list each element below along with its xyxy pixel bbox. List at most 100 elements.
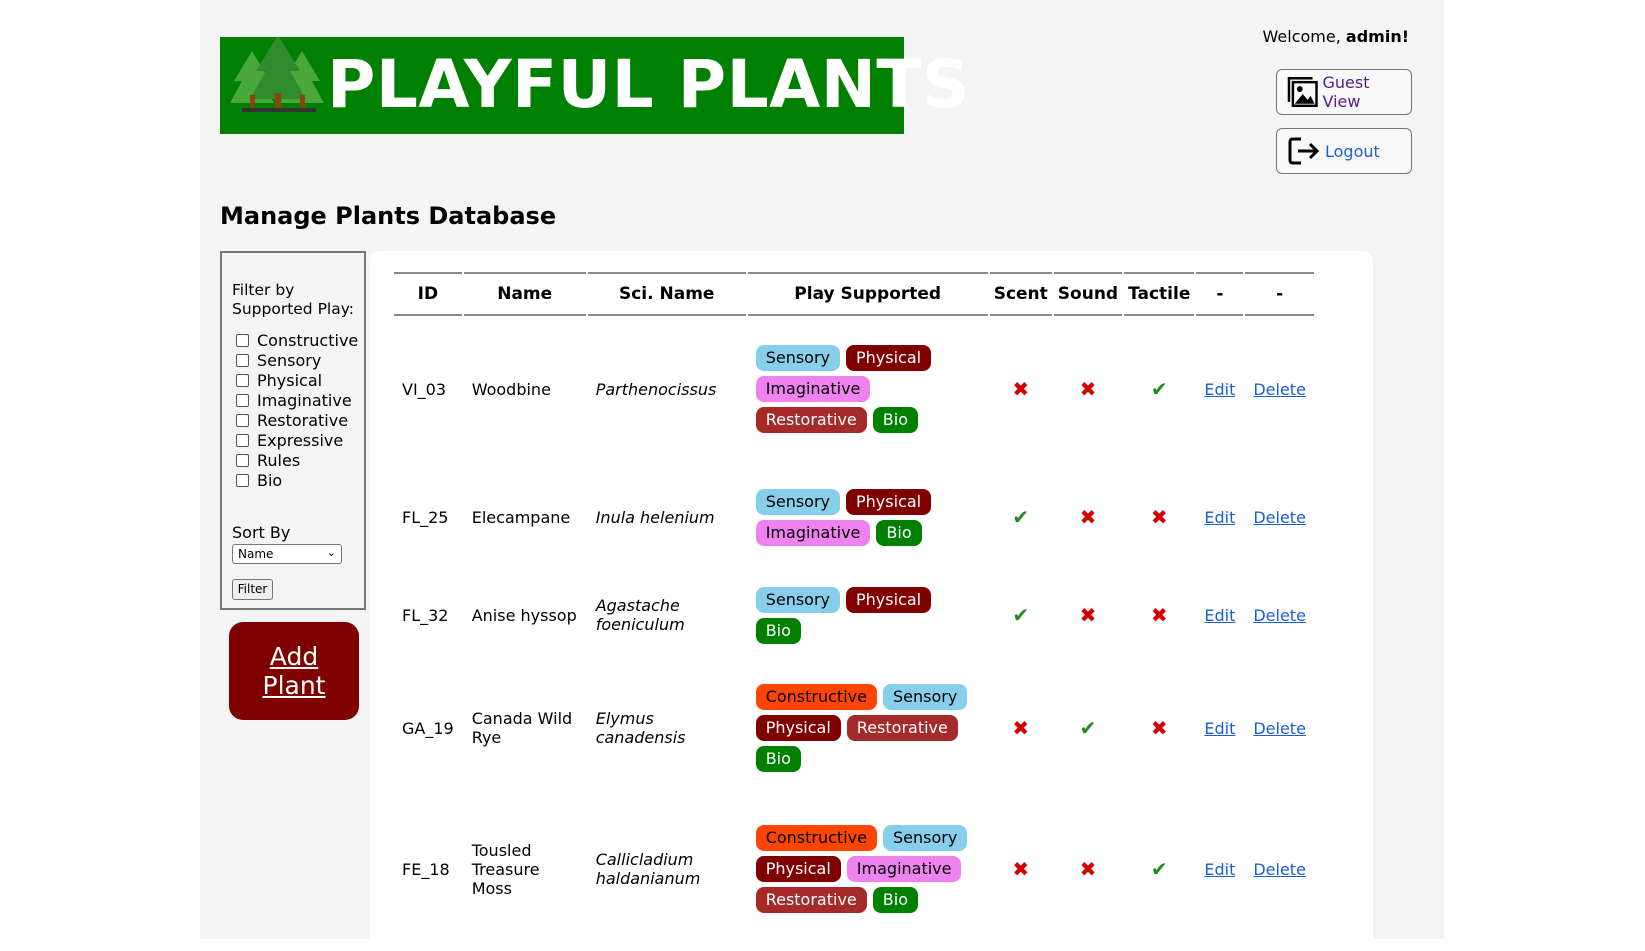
play-tag-sensory: Sensory bbox=[755, 586, 841, 613]
edit-cell: Edit bbox=[1196, 658, 1243, 798]
filter-option-imaginative[interactable]: Imaginative bbox=[236, 391, 352, 410]
col-header-sound: Sound bbox=[1053, 272, 1123, 316]
picture-frame-icon bbox=[1287, 77, 1318, 107]
edit-cell: Edit bbox=[1196, 316, 1243, 462]
table-header-row: ID Name Sci. Name Play Supported Scent S… bbox=[394, 272, 1314, 316]
guest-view-button[interactable]: Guest View bbox=[1276, 69, 1412, 115]
filter-checkbox[interactable] bbox=[236, 374, 249, 387]
edit-cell: Edit bbox=[1196, 462, 1243, 572]
filter-option-restorative[interactable]: Restorative bbox=[236, 411, 348, 430]
filter-option-constructive[interactable]: Constructive bbox=[236, 331, 358, 350]
col-header-edit: - bbox=[1196, 272, 1244, 316]
play-tag-physical: Physical bbox=[755, 856, 841, 882]
delete-link[interactable]: Delete bbox=[1253, 719, 1306, 738]
filter-checkbox[interactable] bbox=[236, 394, 249, 407]
filter-button[interactable]: Filter bbox=[232, 579, 273, 600]
plant-name: Canada Wild Rye bbox=[471, 709, 573, 747]
sort-label: Sort By bbox=[232, 523, 291, 542]
play-tag-restorative: Restorative bbox=[755, 407, 867, 433]
scent-check-icon: ✔ bbox=[1012, 603, 1030, 627]
filter-checkbox[interactable] bbox=[236, 354, 249, 367]
play-tag-imaginative: Imaginative bbox=[755, 519, 871, 546]
col-header-tactile: Tactile bbox=[1124, 272, 1195, 316]
play-tag-bio: Bio bbox=[876, 519, 922, 546]
filter-checkbox[interactable] bbox=[236, 474, 249, 487]
filter-option-label: Bio bbox=[257, 471, 283, 490]
filter-checkbox[interactable] bbox=[236, 334, 249, 347]
filter-heading: Filter by Supported Play: bbox=[232, 281, 354, 318]
plant-id: VI_03 bbox=[402, 379, 447, 399]
logout-button[interactable]: Logout bbox=[1276, 128, 1412, 174]
col-header-id: ID bbox=[394, 272, 462, 316]
plant-sci-name: Parthenocissus bbox=[595, 379, 717, 399]
filter-option-rules[interactable]: Rules bbox=[236, 451, 300, 470]
edit-cell: Edit bbox=[1196, 798, 1243, 940]
filter-option-sensory[interactable]: Sensory bbox=[236, 351, 321, 370]
filter-option-bio[interactable]: Bio bbox=[236, 471, 282, 490]
guest-view-label: Guest View bbox=[1322, 73, 1370, 111]
col-header-delete: - bbox=[1245, 272, 1314, 316]
tactile-cross-icon: ✖ bbox=[1150, 505, 1168, 529]
plant-name: Tousled Treasure Moss bbox=[471, 840, 540, 898]
plant-sci-name: Inula helenium bbox=[595, 507, 715, 527]
filter-option-physical[interactable]: Physical bbox=[236, 371, 322, 390]
play-tag-physical: Physical bbox=[755, 715, 841, 741]
edit-link[interactable]: Edit bbox=[1204, 508, 1235, 527]
filter-option-expressive[interactable]: Expressive bbox=[236, 431, 343, 450]
tactile-cross-icon: ✖ bbox=[1150, 603, 1168, 627]
play-tag-sensory: Sensory bbox=[882, 684, 968, 710]
play-tag-imaginative: Imaginative bbox=[755, 376, 871, 402]
scent-cross-icon: ✖ bbox=[1012, 857, 1030, 881]
play-tag-constructive: Constructive bbox=[755, 684, 877, 710]
table-row: GA_19 Canada Wild Rye Elymus canadensis Con… bbox=[394, 658, 1314, 798]
pine-trees-icon bbox=[230, 37, 324, 112]
plants-table-panel: ID Name Sci. Name Play Supported Scent S… bbox=[370, 251, 1373, 951]
play-tag-physical: Physical bbox=[846, 345, 932, 371]
play-supported-cell: Constructive Sensory Physical Imaginative Re… bbox=[748, 798, 988, 940]
play-tag-physical: Physical bbox=[846, 586, 932, 613]
sound-cross-icon: ✖ bbox=[1079, 505, 1097, 529]
delete-link[interactable]: Delete bbox=[1253, 860, 1306, 879]
edit-link[interactable]: Edit bbox=[1204, 860, 1235, 879]
page-container: PLAYFUL PLANTS Welcome, admin! Guest Vie… bbox=[200, 0, 1444, 951]
logout-arrow-icon bbox=[1288, 137, 1320, 165]
tactile-cross-icon: ✖ bbox=[1150, 716, 1168, 740]
play-tag-physical: Physical bbox=[846, 488, 932, 515]
scent-cross-icon: ✖ bbox=[1012, 377, 1030, 401]
delete-link[interactable]: Delete bbox=[1253, 380, 1306, 399]
edit-link[interactable]: Edit bbox=[1204, 719, 1235, 738]
play-tag-imaginative: Imaginative bbox=[846, 856, 962, 882]
plant-sci-name: Elymus canadensis bbox=[595, 709, 686, 747]
edit-link[interactable]: Edit bbox=[1204, 606, 1235, 625]
delete-link[interactable]: Delete bbox=[1253, 508, 1306, 527]
delete-link[interactable]: Delete bbox=[1253, 606, 1306, 625]
add-plant-label-line2: Plant bbox=[262, 671, 326, 700]
sound-cross-icon: ✖ bbox=[1079, 377, 1097, 401]
logo-title: PLAYFUL PLANTS bbox=[327, 46, 970, 123]
play-tag-sensory: Sensory bbox=[755, 488, 841, 515]
logout-label: Logout bbox=[1325, 141, 1380, 161]
filter-checkbox[interactable] bbox=[236, 454, 249, 467]
play-supported-cell: Constructive Sensory Physical Restorative Bi… bbox=[748, 658, 988, 798]
play-tag-restorative: Restorative bbox=[846, 715, 958, 741]
scent-cross-icon: ✖ bbox=[1012, 716, 1030, 740]
delete-cell: Delete bbox=[1245, 316, 1314, 462]
play-supported-cell: Sensory Physical Imaginative Bio bbox=[748, 462, 988, 572]
table-row: FL_32 Anise hyssop Agastache foeniculum Sen… bbox=[394, 572, 1314, 658]
add-plant-button[interactable]: Add Plant bbox=[229, 622, 359, 720]
filter-option-label: Restorative bbox=[257, 411, 349, 430]
sound-cross-icon: ✖ bbox=[1079, 857, 1097, 881]
plant-id: FL_25 bbox=[402, 507, 449, 527]
filter-checkbox[interactable] bbox=[236, 414, 249, 427]
sort-select[interactable]: Name ⌄ bbox=[232, 544, 342, 564]
filter-checkbox[interactable] bbox=[236, 434, 249, 447]
col-header-play: Play Supported bbox=[747, 272, 988, 316]
col-header-scent: Scent bbox=[989, 272, 1052, 316]
play-supported-cell: Sensory Physical Bio bbox=[748, 572, 988, 658]
delete-cell: Delete bbox=[1245, 572, 1314, 658]
welcome-user: admin! bbox=[1345, 27, 1409, 46]
edit-link[interactable]: Edit bbox=[1204, 380, 1235, 399]
filter-option-label: Expressive bbox=[257, 431, 344, 450]
filter-option-label: Physical bbox=[257, 371, 323, 390]
play-tag-bio: Bio bbox=[755, 746, 801, 772]
